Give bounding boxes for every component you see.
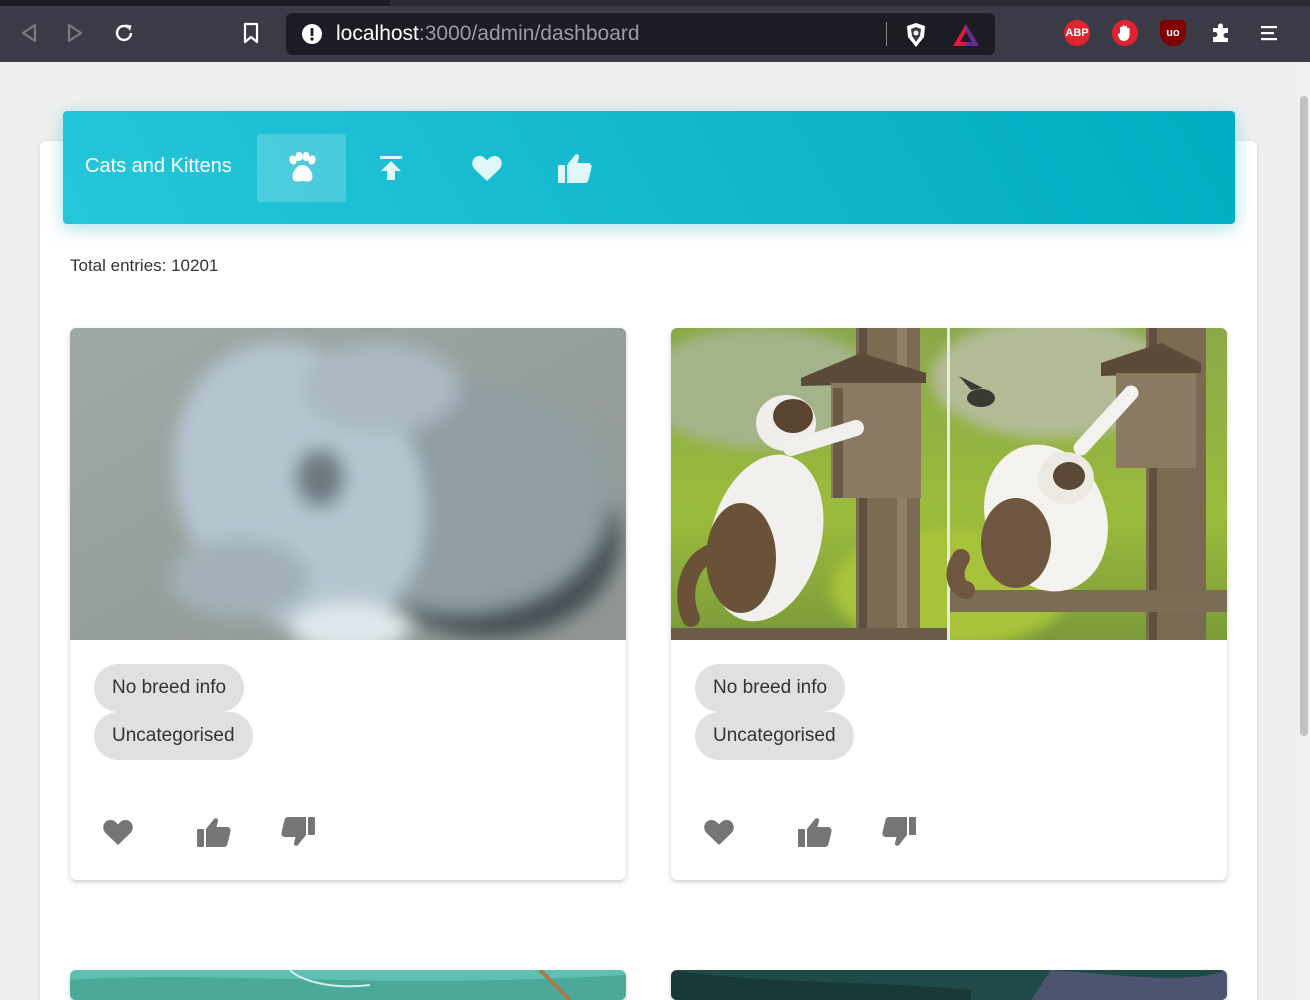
upload-icon — [379, 156, 402, 180]
thumbs-up-icon — [798, 818, 832, 847]
url-divider — [886, 22, 887, 46]
cat-card — [70, 970, 626, 1000]
tab-strip — [0, 0, 1310, 6]
reload-icon[interactable] — [109, 18, 139, 48]
extensions-puzzle-icon[interactable] — [1208, 20, 1234, 46]
cat-photo[interactable] — [671, 970, 1227, 1000]
tab-favourites[interactable] — [442, 134, 531, 202]
heart-icon — [471, 156, 502, 181]
favourite-button[interactable] — [98, 812, 138, 852]
cat-photo[interactable] — [70, 970, 626, 1000]
page-scrollbar[interactable] — [1298, 62, 1310, 1000]
thumbs-up-icon — [197, 818, 231, 847]
thumbs-down-icon — [281, 817, 315, 846]
brand-title[interactable]: Cats and Kittens — [85, 155, 232, 178]
upvote-button[interactable] — [194, 812, 234, 852]
cat-card: No breed info Uncategorised — [70, 328, 626, 880]
tab-votes[interactable] — [530, 134, 619, 202]
url-text[interactable]: localhost:3000/admin/dashboard — [336, 22, 640, 46]
category-chip[interactable]: Uncategorised — [695, 712, 854, 760]
url-host: localhost — [336, 22, 419, 45]
thumbs-up-icon — [557, 154, 592, 183]
total-entries: Total entries: 10201 — [70, 256, 219, 275]
menu-icon[interactable] — [1256, 20, 1282, 46]
breed-chip[interactable]: No breed info — [94, 664, 245, 712]
paw-icon — [288, 152, 316, 182]
tab-upload[interactable] — [346, 134, 435, 202]
brave-rewards-icon[interactable] — [952, 23, 980, 52]
upvote-button[interactable] — [795, 812, 835, 852]
browser-toolbar: localhost:3000/admin/dashboard ABP uo — [0, 0, 1310, 62]
cat-photo[interactable] — [671, 328, 1227, 640]
address-bar[interactable]: localhost:3000/admin/dashboard — [286, 13, 995, 55]
thumbs-down-icon — [882, 817, 916, 846]
adblock-plus-icon[interactable]: ABP — [1064, 20, 1090, 46]
downvote-button[interactable] — [879, 812, 919, 852]
brave-shields-icon[interactable] — [904, 22, 928, 53]
heart-icon — [704, 820, 734, 845]
cat-photo[interactable] — [70, 328, 626, 640]
cat-card — [671, 970, 1227, 1000]
dashboard-header: Cats and Kittens — [63, 111, 1235, 224]
heart-icon — [103, 820, 133, 845]
downvote-button[interactable] — [278, 812, 318, 852]
forward-icon[interactable] — [60, 18, 90, 48]
cat-card: No breed info Uncategorised — [671, 328, 1227, 880]
breed-chip[interactable]: No breed info — [695, 664, 846, 712]
category-chip[interactable]: Uncategorised — [94, 712, 253, 760]
favourite-button[interactable] — [699, 812, 739, 852]
active-tab-edge — [0, 0, 390, 6]
tab-browse[interactable] — [257, 134, 346, 202]
adblock-hand-icon[interactable] — [1112, 20, 1138, 46]
bookmark-icon[interactable] — [236, 18, 266, 48]
back-icon[interactable] — [14, 18, 44, 48]
ublock-origin-icon[interactable]: uo — [1160, 20, 1186, 46]
scrollbar-thumb[interactable] — [1300, 96, 1308, 736]
site-info-icon[interactable] — [302, 24, 322, 44]
url-path: :3000/admin/dashboard — [418, 22, 640, 45]
